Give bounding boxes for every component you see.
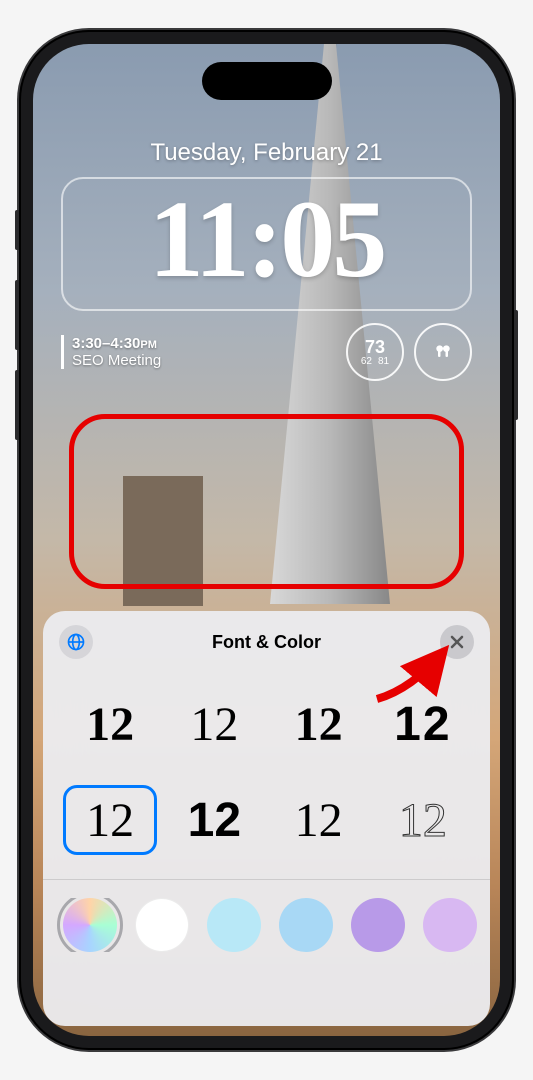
- screen: Tuesday, February 21 11:05 3:30–4:30PM S…: [33, 44, 500, 1036]
- color-row[interactable]: [43, 898, 490, 952]
- color-swatch-gradient[interactable]: [63, 898, 117, 952]
- volume-up-button: [15, 280, 19, 350]
- weather-widget[interactable]: 73 62 81: [346, 323, 404, 381]
- power-button: [514, 310, 518, 420]
- calendar-title: SEO Meeting: [72, 352, 161, 369]
- color-swatch-white[interactable]: [135, 898, 189, 952]
- font-color-sheet: Font & Color 12 12 12 12 12 12 12 12: [43, 611, 490, 1026]
- calendar-time-range: 3:30–4:30: [72, 335, 140, 352]
- font-option-1[interactable]: 12: [167, 689, 261, 759]
- close-button[interactable]: [440, 625, 474, 659]
- weather-high: 81: [378, 356, 389, 367]
- widgets-row[interactable]: 3:30–4:30PM SEO Meeting 73 62 81: [33, 311, 500, 381]
- font-option-5[interactable]: 12: [167, 785, 261, 855]
- iphone-device-frame: Tuesday, February 21 11:05 3:30–4:30PM S…: [19, 30, 514, 1050]
- airpods-icon: [433, 342, 453, 362]
- font-option-3[interactable]: 12: [376, 689, 470, 759]
- lockscreen-time[interactable]: 11:05: [63, 184, 470, 294]
- color-swatch-lavender[interactable]: [423, 898, 477, 952]
- clock-container[interactable]: 11:05: [61, 177, 472, 311]
- weather-current: 73: [365, 338, 385, 356]
- lockscreen-date[interactable]: Tuesday, February 21: [33, 139, 500, 167]
- font-option-2[interactable]: 12: [272, 689, 366, 759]
- sheet-divider: [43, 879, 490, 880]
- close-icon: [450, 635, 464, 649]
- font-option-6[interactable]: 12: [272, 785, 366, 855]
- sheet-title: Font & Color: [93, 632, 440, 653]
- silent-switch: [15, 210, 19, 250]
- font-option-4[interactable]: 12: [63, 785, 157, 855]
- airpods-battery-widget[interactable]: [414, 323, 472, 381]
- weather-low: 62: [361, 356, 372, 367]
- font-option-0[interactable]: 12: [63, 689, 157, 759]
- calendar-period: PM: [140, 339, 157, 351]
- font-option-7[interactable]: 12: [376, 785, 470, 855]
- dynamic-island: [202, 62, 332, 100]
- color-swatch-blue[interactable]: [279, 898, 333, 952]
- globe-button[interactable]: [59, 625, 93, 659]
- volume-down-button: [15, 370, 19, 440]
- annotation-highlight-box: [69, 414, 464, 589]
- calendar-widget[interactable]: 3:30–4:30PM SEO Meeting: [61, 335, 161, 369]
- color-swatch-lightblue[interactable]: [207, 898, 261, 952]
- globe-icon: [66, 632, 86, 652]
- sheet-header: Font & Color: [43, 625, 490, 669]
- color-swatch-purple[interactable]: [351, 898, 405, 952]
- font-grid: 12 12 12 12 12 12 12 12: [43, 669, 490, 879]
